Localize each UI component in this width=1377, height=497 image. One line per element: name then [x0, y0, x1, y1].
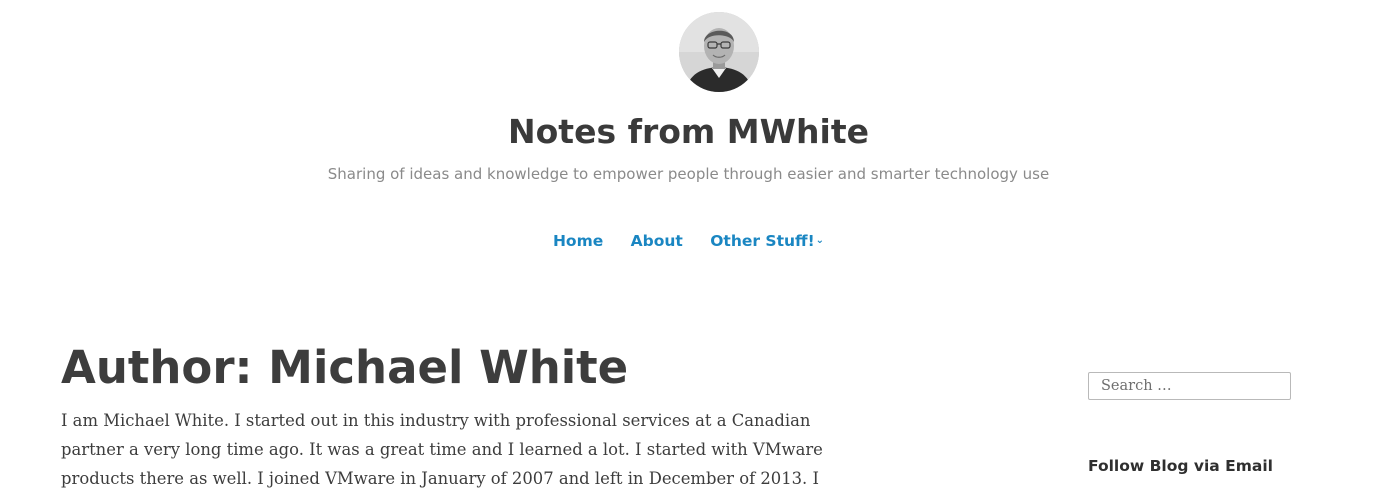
bio-line: partner a very long time ago. It was a g… — [61, 440, 823, 459]
bio-line: I am Michael White. I started out in thi… — [61, 411, 811, 430]
site-logo-avatar[interactable] — [679, 12, 759, 92]
bio-line: products there as well. I joined VMware … — [61, 469, 819, 488]
follow-blog-widget-title: Follow Blog via Email — [1088, 457, 1273, 475]
search-input[interactable] — [1088, 372, 1291, 400]
main-navigation: Home About Other Stuff!⌄ — [0, 229, 1377, 253]
author-bio: I am Michael White. I started out in thi… — [61, 406, 823, 493]
nav-home-label: Home — [552, 232, 604, 250]
nav-home-link[interactable]: Home — [553, 229, 603, 253]
page-title: Author: Michael White — [61, 341, 629, 394]
nav-other-stuff-link[interactable]: Other Stuff!⌄ — [710, 229, 824, 253]
nav-about-link[interactable]: About — [631, 229, 683, 253]
author-photo-icon — [679, 12, 759, 92]
nav-about-label: About — [630, 232, 683, 250]
site-tagline: Sharing of ideas and knowledge to empowe… — [327, 165, 1050, 183]
site-title[interactable]: Notes from MWhite — [0, 108, 1377, 156]
chevron-down-icon: ⌄ — [815, 235, 825, 246]
nav-other-stuff-label: Other Stuff! — [710, 232, 815, 250]
